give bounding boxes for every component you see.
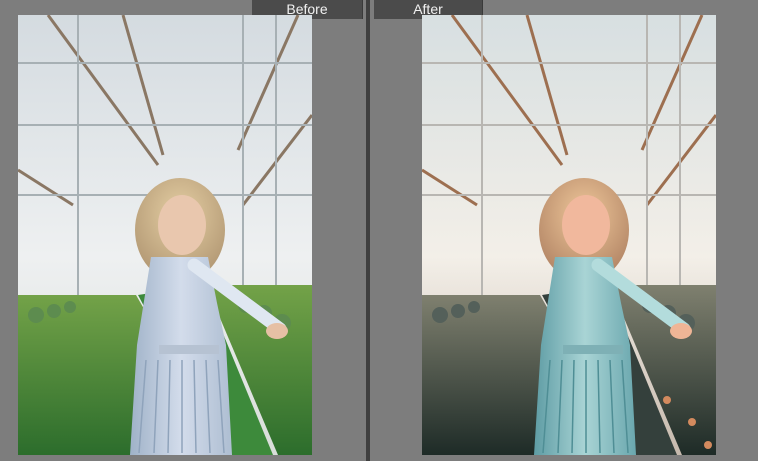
after-photo: [422, 15, 716, 455]
before-panel: Before: [0, 0, 366, 461]
before-photo: [18, 15, 312, 455]
after-panel: After: [370, 0, 758, 461]
